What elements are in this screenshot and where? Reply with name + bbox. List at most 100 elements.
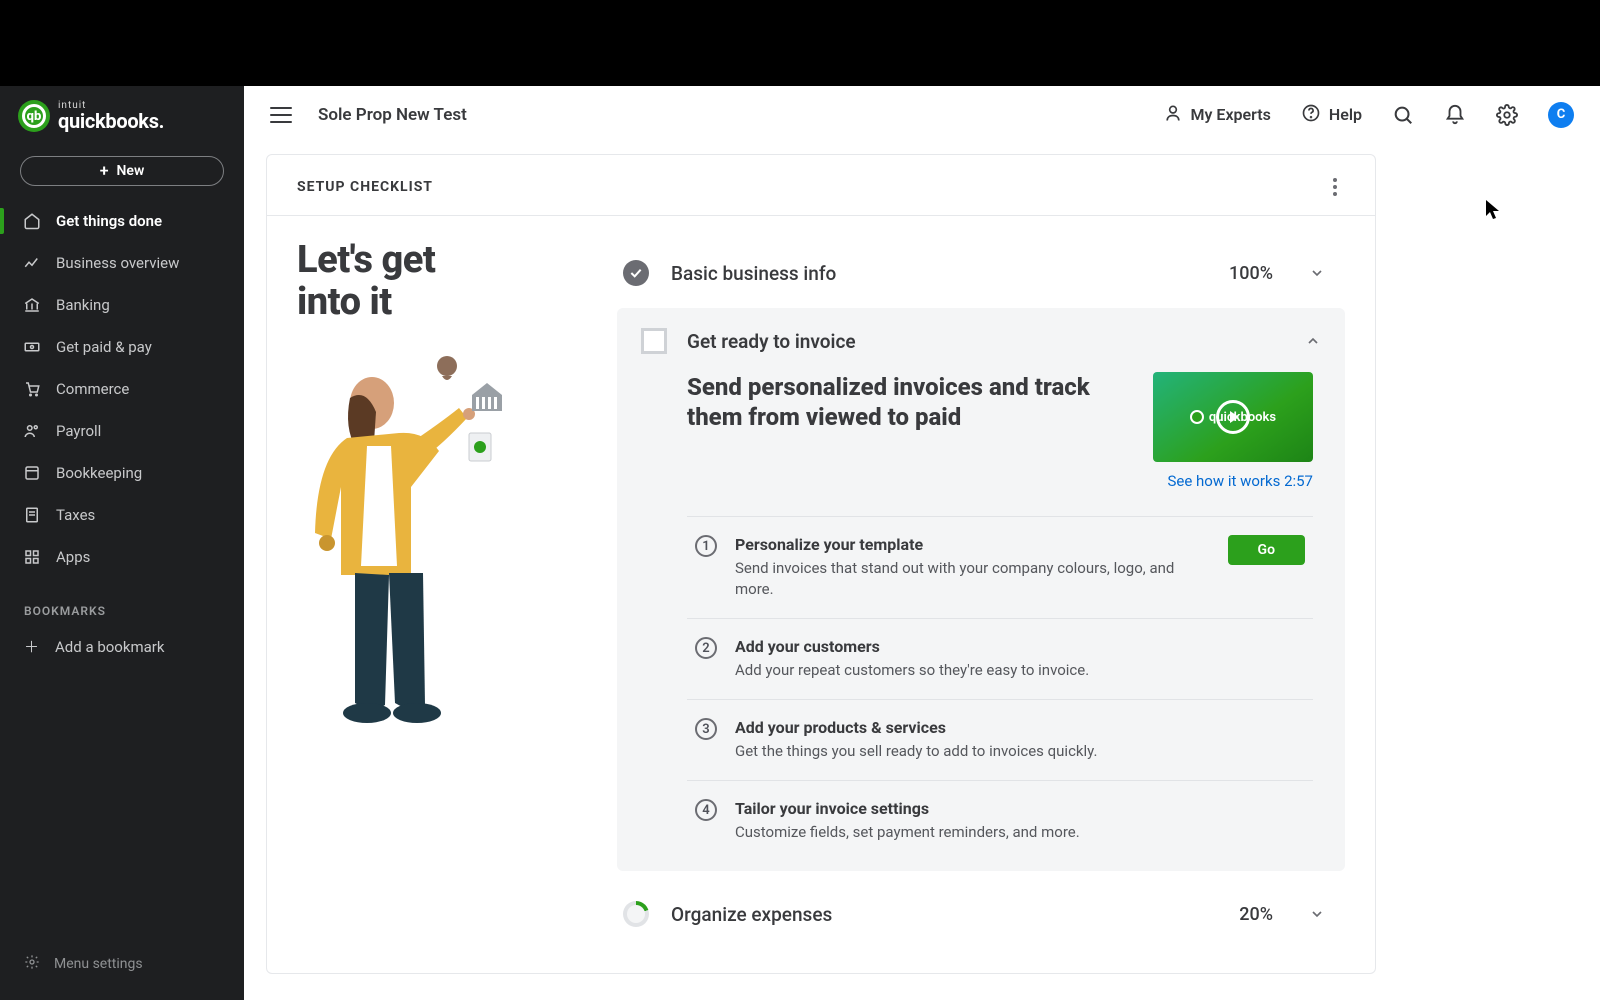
section-header[interactable]: Get ready to invoice [641,328,1321,360]
money-icon [22,337,42,357]
step-title: Add your products & services [735,718,1305,737]
sidebar-item-label: Taxes [56,506,95,524]
sidebar-item-bookkeeping[interactable]: Bookkeeping [0,452,244,494]
section-percent: 20% [1239,904,1273,925]
check-complete-icon [623,260,649,286]
sidebar-item-apps[interactable]: Apps [0,536,244,578]
step-add-products-services[interactable]: 3 Add your products & services Get the t… [687,699,1313,780]
progress-partial-icon [623,901,649,927]
sidebar-item-get-paid[interactable]: Get paid & pay [0,326,244,368]
step-desc: Send invoices that stand out with your c… [735,558,1210,600]
gear-icon[interactable] [1496,104,1518,126]
receipt-icon [22,505,42,525]
setup-checklist-card: SETUP CHECKLIST Let's getinto it [266,154,1376,974]
section-get-ready-to-invoice: Get ready to invoice Send personalized i… [617,308,1345,871]
my-experts-button[interactable]: My Experts [1163,103,1271,127]
step-number: 2 [695,637,717,659]
cart-icon [22,379,42,399]
help-icon [1301,103,1321,127]
plus-icon: + [100,163,109,179]
bell-icon[interactable] [1444,104,1466,126]
qb-mini-icon [1190,410,1204,424]
add-bookmark[interactable]: ＋ Add a bookmark [0,626,244,667]
more-icon[interactable] [1325,177,1345,197]
add-bookmark-label: Add a bookmark [55,638,164,656]
step-desc: Customize fields, set payment reminders,… [735,822,1305,843]
help-label: Help [1329,105,1362,124]
sidebar-item-banking[interactable]: Banking [0,284,244,326]
chevron-up-icon [1305,333,1321,349]
step-desc: Add your repeat customers so they're eas… [735,660,1305,681]
qb-logo-icon: qb [18,100,50,132]
browser-blackbar [0,0,1600,86]
avatar[interactable]: C [1548,102,1574,128]
step-add-customers[interactable]: 2 Add your customers Add your repeat cus… [687,618,1313,699]
step-number: 3 [695,718,717,740]
sidebar-item-label: Business overview [56,254,179,272]
checklist-column: Basic business info 100% Get ready to in… [617,216,1345,943]
bank-icon [22,295,42,315]
sidebar-item-commerce[interactable]: Commerce [0,368,244,410]
step-title: Tailor your invoice settings [735,799,1305,818]
menu-settings-label: Menu settings [54,956,143,972]
chart-icon [22,253,42,273]
content: SETUP CHECKLIST Let's getinto it [244,144,1600,1000]
new-button[interactable]: + New [20,156,224,186]
section-hero: Send personalized invoices and track the… [641,360,1321,516]
sidebar-item-label: Get paid & pay [56,338,152,356]
bookmarks-header: BOOKMARKS [0,578,244,626]
sidebar-item-label: Payroll [56,422,101,440]
search-icon[interactable] [1392,104,1414,126]
sidebar-item-business-overview[interactable]: Business overview [0,242,244,284]
card-title: SETUP CHECKLIST [297,179,433,195]
sidebar-item-payroll[interactable]: Payroll [0,410,244,452]
hero-column: Let's getinto it [297,216,577,943]
section-basic-business-info[interactable]: Basic business info 100% [617,244,1345,302]
section-label: Organize expenses [671,903,1217,926]
sidebar-item-taxes[interactable]: Taxes [0,494,244,536]
section-label: Get ready to invoice [687,330,1285,353]
gear-icon [24,954,40,974]
section-organize-expenses[interactable]: Organize expenses 20% [617,885,1345,943]
menu-settings[interactable]: Menu settings [0,944,244,984]
my-experts-label: My Experts [1191,105,1271,124]
sidebar-item-label: Bookkeeping [56,464,142,482]
section-hero-text: Send personalized invoices and track the… [687,372,1123,490]
sidebar-item-label: Apps [56,548,90,566]
hamburger-icon[interactable] [270,107,292,123]
video-link[interactable]: See how it works 2:57 [1153,472,1313,490]
sidebar-nav: Get things done Business overview Bankin… [0,200,244,578]
grid-icon [22,547,42,567]
card-body: Let's getinto it [267,215,1375,973]
section-label: Basic business info [671,262,1207,285]
sidebar-item-get-things-done[interactable]: Get things done [0,200,244,242]
brand-text: intuit quickbooks. [58,101,164,131]
step-desc: Get the things you sell ready to add to … [735,741,1305,762]
brand-logo[interactable]: qb intuit quickbooks. [0,96,244,150]
chevron-down-icon [1309,265,1325,281]
video-thumbnail[interactable]: quickbooks [1153,372,1313,462]
person-icon [1163,103,1183,127]
video-preview: quickbooks See how it works 2:57 [1153,372,1313,490]
company-name[interactable]: Sole Prop New Test [318,105,467,125]
check-empty-icon [641,328,667,354]
play-icon [1216,400,1250,434]
people-icon [22,421,42,441]
hero-title: Let's getinto it [297,240,577,324]
book-icon [22,463,42,483]
step-number: 4 [695,799,717,821]
brand-name: quickbooks. [58,111,164,131]
home-icon [22,211,42,231]
step-title: Add your customers [735,637,1305,656]
header-actions: My Experts Help C [1163,102,1575,128]
help-button[interactable]: Help [1301,103,1362,127]
app-shell: qb intuit quickbooks. + New Get things d… [0,86,1600,1000]
new-button-label: New [117,163,145,179]
step-tailor-invoice-settings[interactable]: 4 Tailor your invoice settings Customize… [687,780,1313,861]
main: Sole Prop New Test My Experts Help C [244,86,1600,1000]
step-personalize-template[interactable]: 1 Personalize your template Send invoice… [687,516,1313,618]
avatar-initial: C [1557,107,1566,122]
step-title: Personalize your template [735,535,1210,554]
go-button[interactable]: Go [1228,535,1305,565]
section-percent: 100% [1229,263,1273,284]
